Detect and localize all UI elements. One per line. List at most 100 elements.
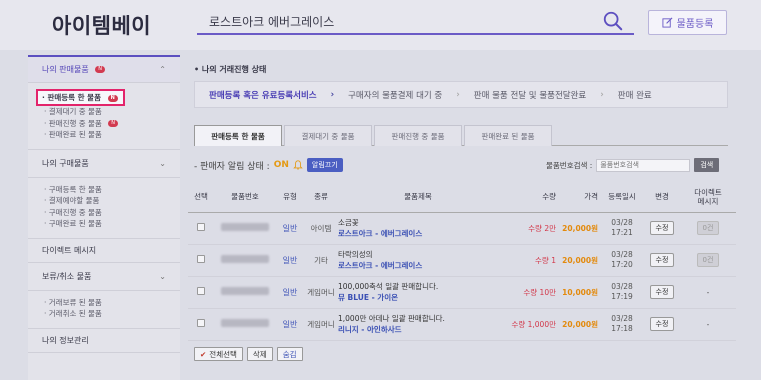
alarm-status: - 판매자 알림 상태 : ON 알림끄기: [194, 158, 343, 172]
sidebar-item-registered[interactable]: · 판매등록 한 물품 N: [36, 89, 125, 106]
row-type[interactable]: 일반: [283, 288, 298, 297]
tab-registered[interactable]: 판매등록 한 물품: [194, 125, 282, 146]
row-type[interactable]: 일반: [283, 224, 298, 233]
progress-steps: 판매등록 혹은 유료등록서비스 › 구매자의 물품결제 대기 중 › 판매 물품…: [194, 81, 728, 108]
row-checkbox[interactable]: [197, 223, 205, 231]
row-price: 10,000원: [562, 287, 598, 297]
tab-bar: 판매등록 한 물품 결제대기 중 물품 판매진행 중 물품 판매완료 된 물품: [194, 125, 728, 146]
register-item-button[interactable]: 물품등록: [648, 10, 727, 35]
row-server: 로스트아크 - 에버그레이스: [338, 229, 423, 238]
new-badge: N: [95, 66, 105, 73]
item-number-blurred: [221, 319, 269, 327]
row-title[interactable]: 타락의성의: [338, 249, 498, 260]
sidebar-item-completed[interactable]: · 판매완료 된 물품: [44, 129, 180, 141]
item-number-input[interactable]: [596, 158, 691, 172]
row-qty: 수량 1,000만: [511, 319, 556, 329]
section-title: • 나의 거래진행 상태: [194, 65, 267, 74]
row-server: 로스트아크 - 에버그레이스: [338, 261, 423, 270]
step-delivery: 판매 물품 전달 및 물품전달완료: [473, 90, 587, 101]
sidebar-item-purchase-pay[interactable]: · 결제예야할 물품: [44, 195, 180, 207]
row-title[interactable]: 소금꽃: [338, 217, 498, 228]
row-title[interactable]: 100,000축석 일괄 판매합니다.: [338, 281, 498, 292]
sidebar-item-awaiting-payment[interactable]: · 결제대기 중 물품: [44, 106, 180, 118]
edit-button[interactable]: 수정: [649, 285, 675, 299]
sidebar-item-purchase-progress[interactable]: · 구매진행 중 물품: [44, 207, 180, 219]
row-date: 03/28: [611, 314, 633, 323]
item-number-blurred: [221, 287, 269, 295]
row-type[interactable]: 일반: [283, 256, 298, 265]
edit-button[interactable]: 수정: [649, 317, 675, 331]
row-kind: 기타: [304, 244, 338, 277]
row-title[interactable]: 1,000만 아데나 일괄 판매합니다.: [338, 313, 498, 324]
row-price: 20,000원: [562, 255, 598, 265]
chevron-right-icon: ›: [456, 89, 460, 100]
table-row: 일반 게임머니 1,000만 아데나 일괄 판매합니다. 리니지 - 아인하사드 수량 …: [188, 308, 736, 341]
col-title: 물품제목: [338, 182, 498, 213]
col-date: 등록일시: [600, 182, 644, 213]
search-icon[interactable]: [602, 10, 624, 32]
row-checkbox[interactable]: [197, 287, 205, 295]
chevron-up-icon: ⌃: [159, 65, 166, 74]
edit-button[interactable]: 수정: [649, 253, 675, 267]
logo[interactable]: 아이템베이: [52, 10, 151, 40]
row-checkbox[interactable]: [197, 319, 205, 327]
row-price: 20,000원: [562, 223, 598, 233]
sidebar-purchase-title: 나의 구매물품: [42, 158, 89, 168]
step-awaiting: 구매자의 물품결제 대기 중: [348, 90, 443, 101]
row-time: 17:20: [611, 260, 633, 269]
alarm-off-button[interactable]: 알림끄기: [306, 158, 343, 172]
dm-button[interactable]: 0건: [696, 221, 720, 235]
select-all-button[interactable]: ✔ 전체선택: [194, 347, 243, 361]
col-dm: 다이렉트 메시지: [680, 182, 736, 213]
row-kind: 아이템: [304, 212, 338, 245]
search-input[interactable]: 로스트아크 에버그레이스: [209, 13, 334, 30]
sidebar-item-purchase-done[interactable]: · 구매완료 된 물품: [44, 218, 180, 230]
chevron-right-icon: ›: [600, 89, 604, 100]
item-number-blurred: [221, 223, 269, 231]
edit-button[interactable]: 수정: [649, 221, 675, 235]
edit-icon: [662, 17, 673, 28]
table-row: 일반 게임머니 100,000축석 일괄 판매합니다. 뮤 BLUE - 가이온 수량 …: [188, 276, 736, 309]
sidebar-item-cancel[interactable]: · 거래취소 된 물품: [44, 308, 180, 320]
sidebar-purchase-header[interactable]: 나의 구매물품 ⌄: [28, 150, 180, 178]
item-search-button[interactable]: 검색: [694, 158, 720, 172]
chevron-down-icon: ⌄: [159, 158, 166, 168]
tab-in-progress[interactable]: 판매진행 중 물품: [374, 125, 462, 146]
items-table: 선택 물품번호 유형 종류 물품제목 수량 가격 등록일시 변경 다이렉트 메시…: [188, 182, 736, 341]
tab-completed[interactable]: 판매완료 된 물품: [464, 125, 552, 146]
sidebar-hold-header[interactable]: 보류/취소 물품 ⌄: [28, 263, 180, 291]
sidebar-direct-message[interactable]: 다이렉트 메시지: [28, 239, 180, 263]
search-box[interactable]: 로스트아크 에버그레이스: [197, 8, 634, 35]
table-row: 일반 아이템 소금꽃 로스트아크 - 에버그레이스 수량 2만 20,000원 03/28 1…: [188, 212, 736, 245]
table-header: 선택 물품번호 유형 종류 물품제목 수량 가격 등록일시 변경 다이렉트 메시…: [188, 182, 736, 213]
tab-awaiting[interactable]: 결제대기 중 물품: [284, 125, 372, 146]
col-qty: 수량: [498, 182, 560, 213]
row-dm: -: [680, 308, 736, 341]
row-time: 17:19: [611, 292, 633, 301]
row-checkbox[interactable]: [197, 255, 205, 263]
sidebar-item-purchase-registered[interactable]: · 구매등록 한 물품: [44, 184, 180, 196]
item-search-label: 물품번호검색 :: [546, 160, 593, 170]
top-bar: 아이템베이 로스트아크 에버그레이스 물품등록: [0, 0, 761, 50]
sidebar-hold-title: 보류/취소 물품: [42, 271, 92, 281]
row-qty: 수량 1: [535, 255, 556, 265]
sidebar-item-in-progress[interactable]: · 판매진행 중 물품 N: [44, 118, 180, 130]
row-type[interactable]: 일반: [283, 320, 298, 329]
item-number-blurred: [221, 255, 269, 263]
sidebar: 나의 판매물품 N ⌃ · 판매등록 한 물품 N · 결제대기 중 물품 · …: [28, 55, 180, 380]
chevron-down-icon: ⌄: [159, 271, 166, 281]
hide-button[interactable]: 숨김: [276, 347, 303, 361]
bell-icon: [293, 160, 303, 170]
col-item-no: 물품번호: [214, 182, 276, 213]
sidebar-sales-header[interactable]: 나의 판매물품 N ⌃: [28, 55, 180, 83]
bottom-actions: ✔ 전체선택 삭제 숨김: [194, 347, 303, 361]
sidebar-sales-title: 나의 판매물품: [42, 65, 89, 74]
sidebar-item-hold[interactable]: · 거래보류 된 물품: [44, 297, 180, 309]
row-dm: -: [680, 276, 736, 309]
sidebar-info[interactable]: 나의 정보관리: [28, 329, 180, 353]
sidebar-purchase-list: · 구매등록 한 물품 · 결제예야할 물품 · 구매진행 중 물품 · 구매완…: [28, 178, 180, 239]
delete-button[interactable]: 삭제: [246, 347, 273, 361]
row-server: 리니지 - 아인하사드: [338, 325, 402, 334]
dm-button[interactable]: 0건: [696, 253, 720, 267]
row-kind: 게임머니: [304, 308, 338, 341]
